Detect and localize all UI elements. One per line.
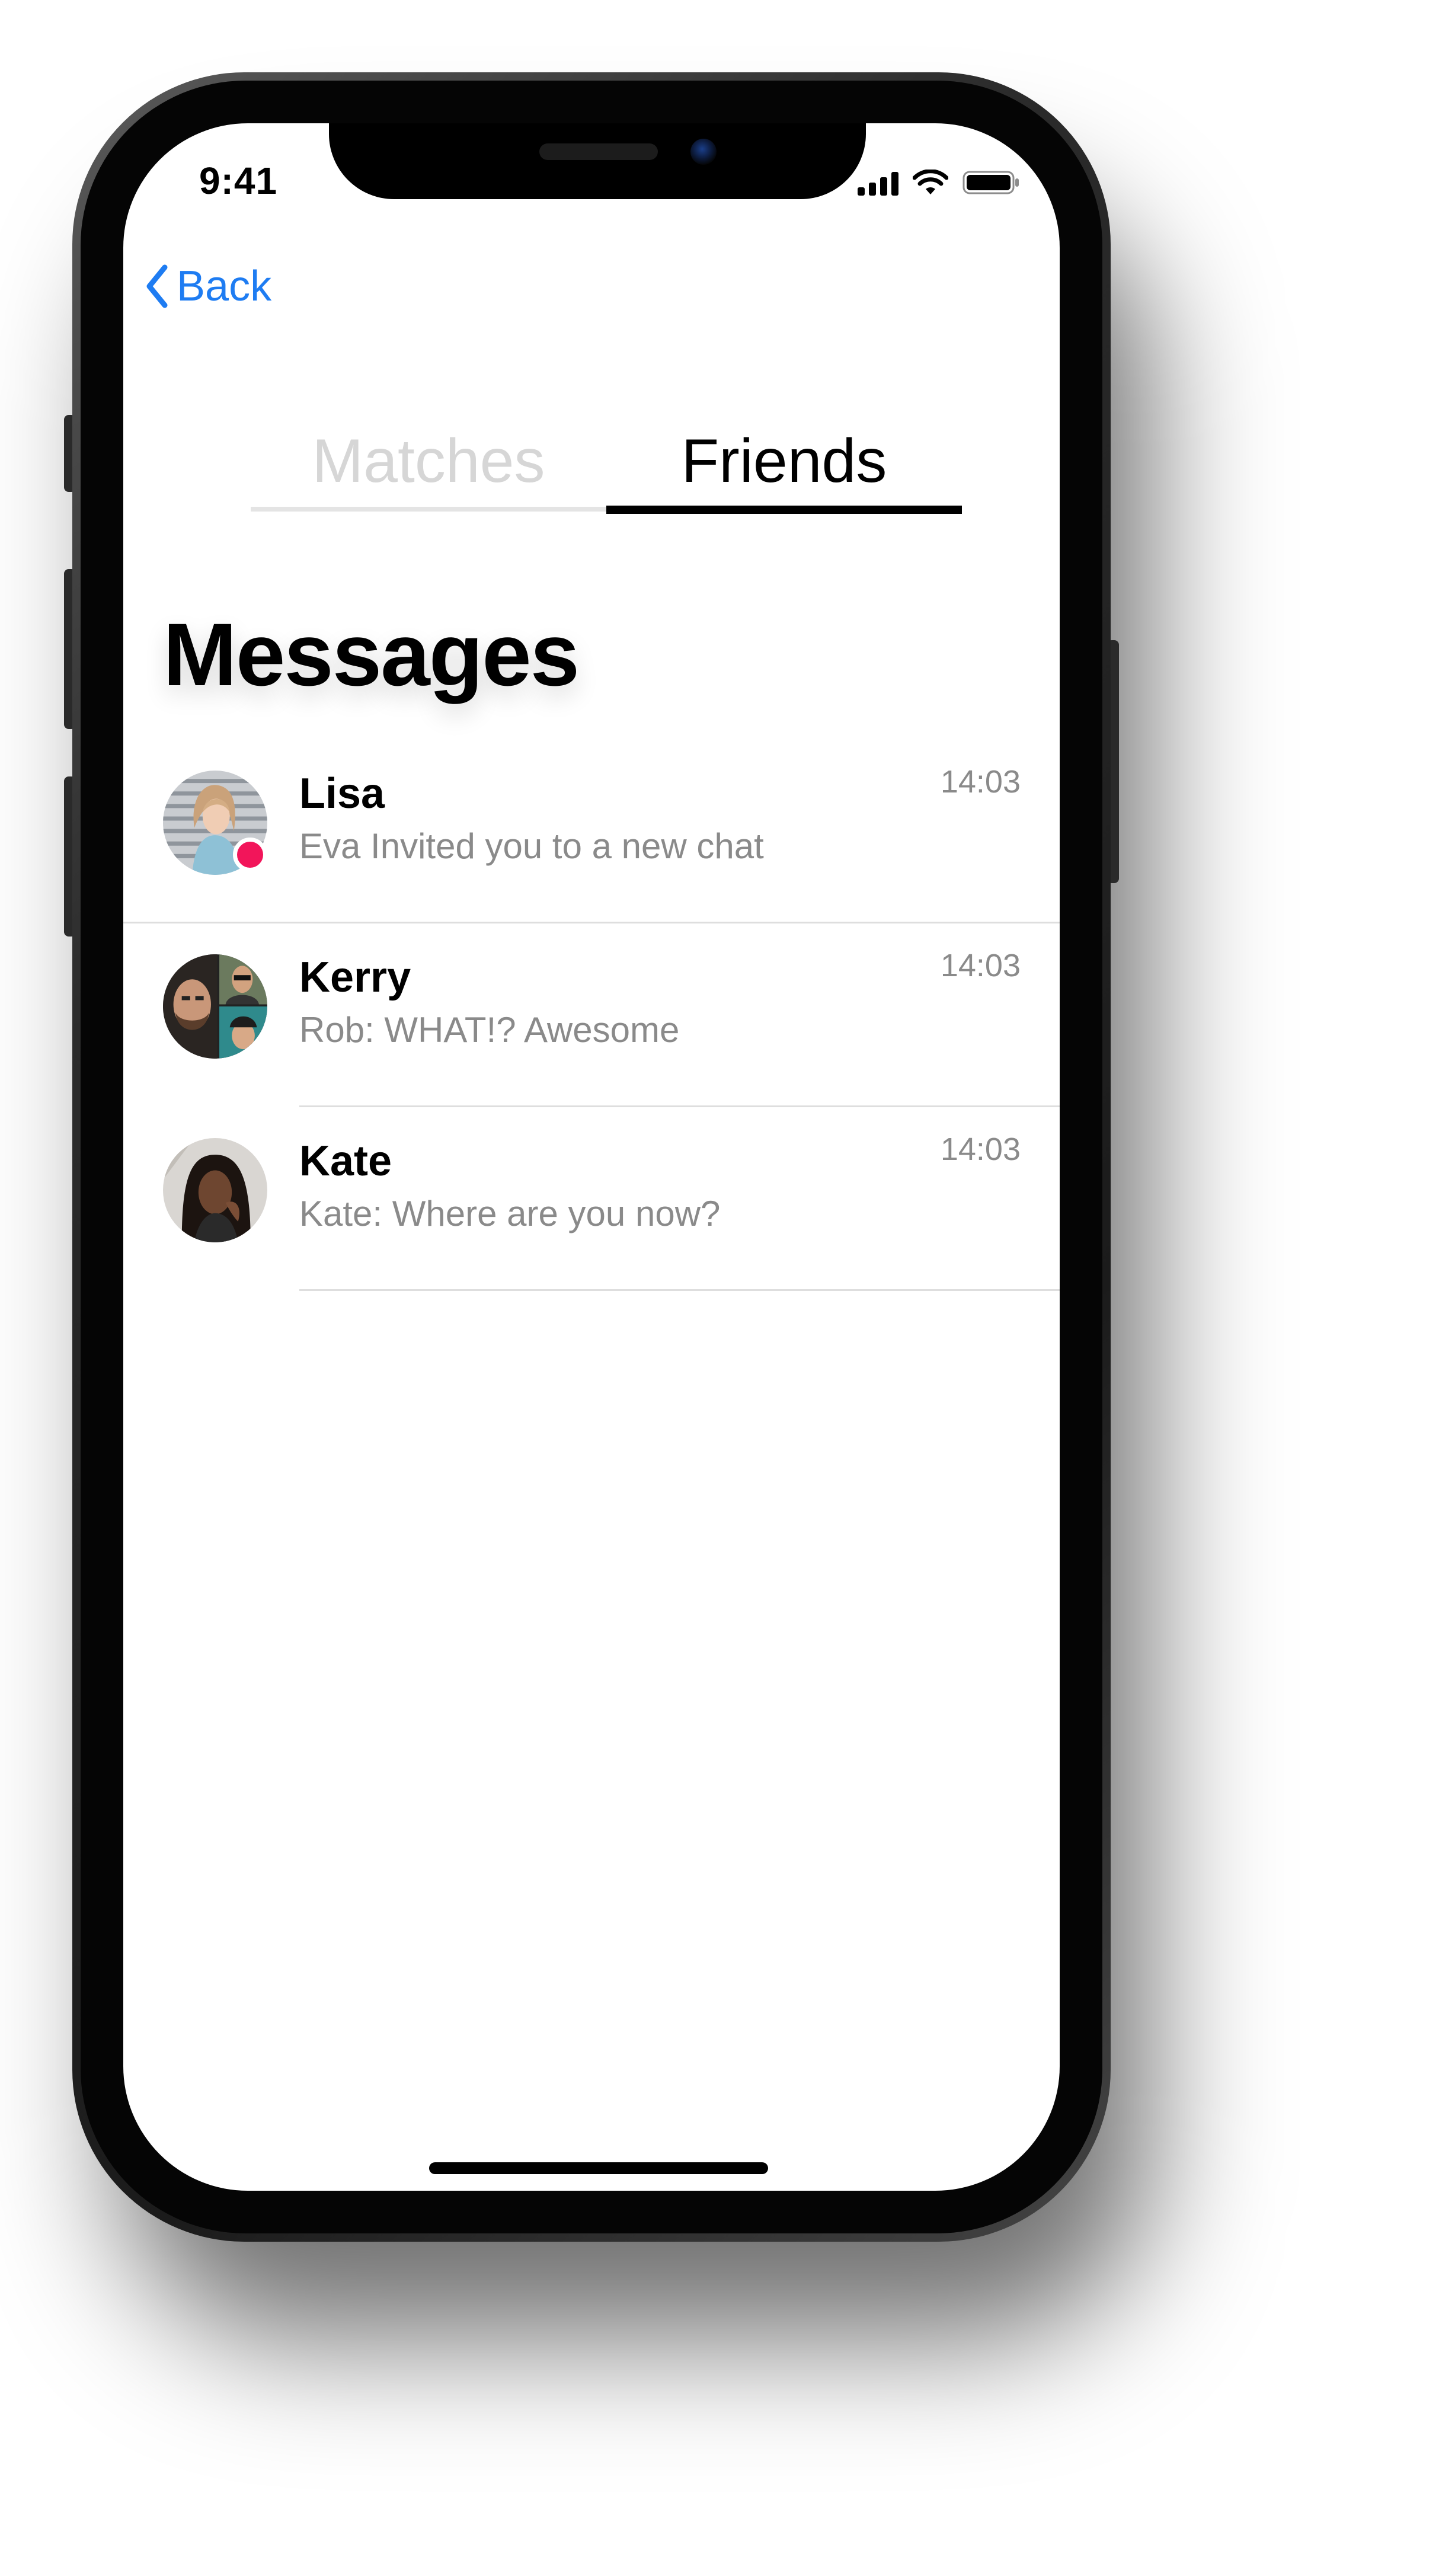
contact-name: Kerry (299, 954, 411, 1001)
page-title: Messages (163, 605, 580, 704)
avatar-kerry (163, 954, 267, 1059)
message-row-kate[interactable]: Kate Kate: Where are you now? 14:03 (123, 1107, 1060, 1291)
notch (329, 123, 866, 199)
message-time: 14:03 (940, 1132, 1021, 1167)
status-icons (858, 170, 1021, 196)
tab-friends-label: Friends (681, 427, 887, 496)
message-preview: Rob: WHAT!? Awesome (299, 1010, 680, 1050)
avatar-kate-image (163, 1138, 267, 1242)
front-camera (690, 139, 717, 165)
tab-friends-underline (606, 506, 962, 514)
message-preview: Eva Invited you to a new chat (299, 826, 764, 866)
tab-friends[interactable]: Friends (606, 423, 962, 514)
contact-name: Lisa (299, 770, 385, 817)
back-label: Back (177, 263, 272, 310)
avatar-kerry-image (163, 954, 267, 1059)
message-row-kerry[interactable]: Kerry Rob: WHAT!? Awesome 14:03 (123, 923, 1060, 1107)
battery-icon (962, 171, 1019, 194)
speaker-grille (539, 143, 658, 160)
chevron-left-icon (146, 264, 168, 308)
phone-bezel: 9:41 Back Matches Friends Messages Lisa … (81, 81, 1102, 2233)
message-time: 14:03 (940, 948, 1021, 983)
message-list: Lisa Eva Invited you to a new chat 14:03 (123, 740, 1060, 1291)
status-time: 9:41 (199, 159, 278, 202)
row-divider (299, 1289, 1060, 1291)
message-preview: Kate: Where are you now? (299, 1194, 721, 1233)
contact-name: Kate (299, 1137, 392, 1185)
screen: 9:41 Back Matches Friends Messages Lisa … (123, 123, 1060, 2191)
cellular-signal-icon (858, 172, 898, 196)
tab-matches[interactable]: Matches (251, 423, 606, 512)
tab-matches-label: Matches (312, 427, 545, 496)
segmented-tabs: Matches Friends (251, 423, 962, 514)
tab-matches-underline (251, 507, 606, 512)
unread-indicator-dot (233, 838, 267, 872)
avatar-kate (163, 1138, 267, 1242)
home-indicator[interactable] (429, 2162, 768, 2174)
message-row-lisa[interactable]: Lisa Eva Invited you to a new chat 14:03 (123, 740, 1060, 923)
message-time: 14:03 (940, 764, 1021, 800)
phone-frame: 9:41 Back Matches Friends Messages Lisa … (72, 72, 1111, 2242)
wifi-icon (913, 170, 948, 194)
back-button[interactable]: Back (145, 262, 271, 311)
